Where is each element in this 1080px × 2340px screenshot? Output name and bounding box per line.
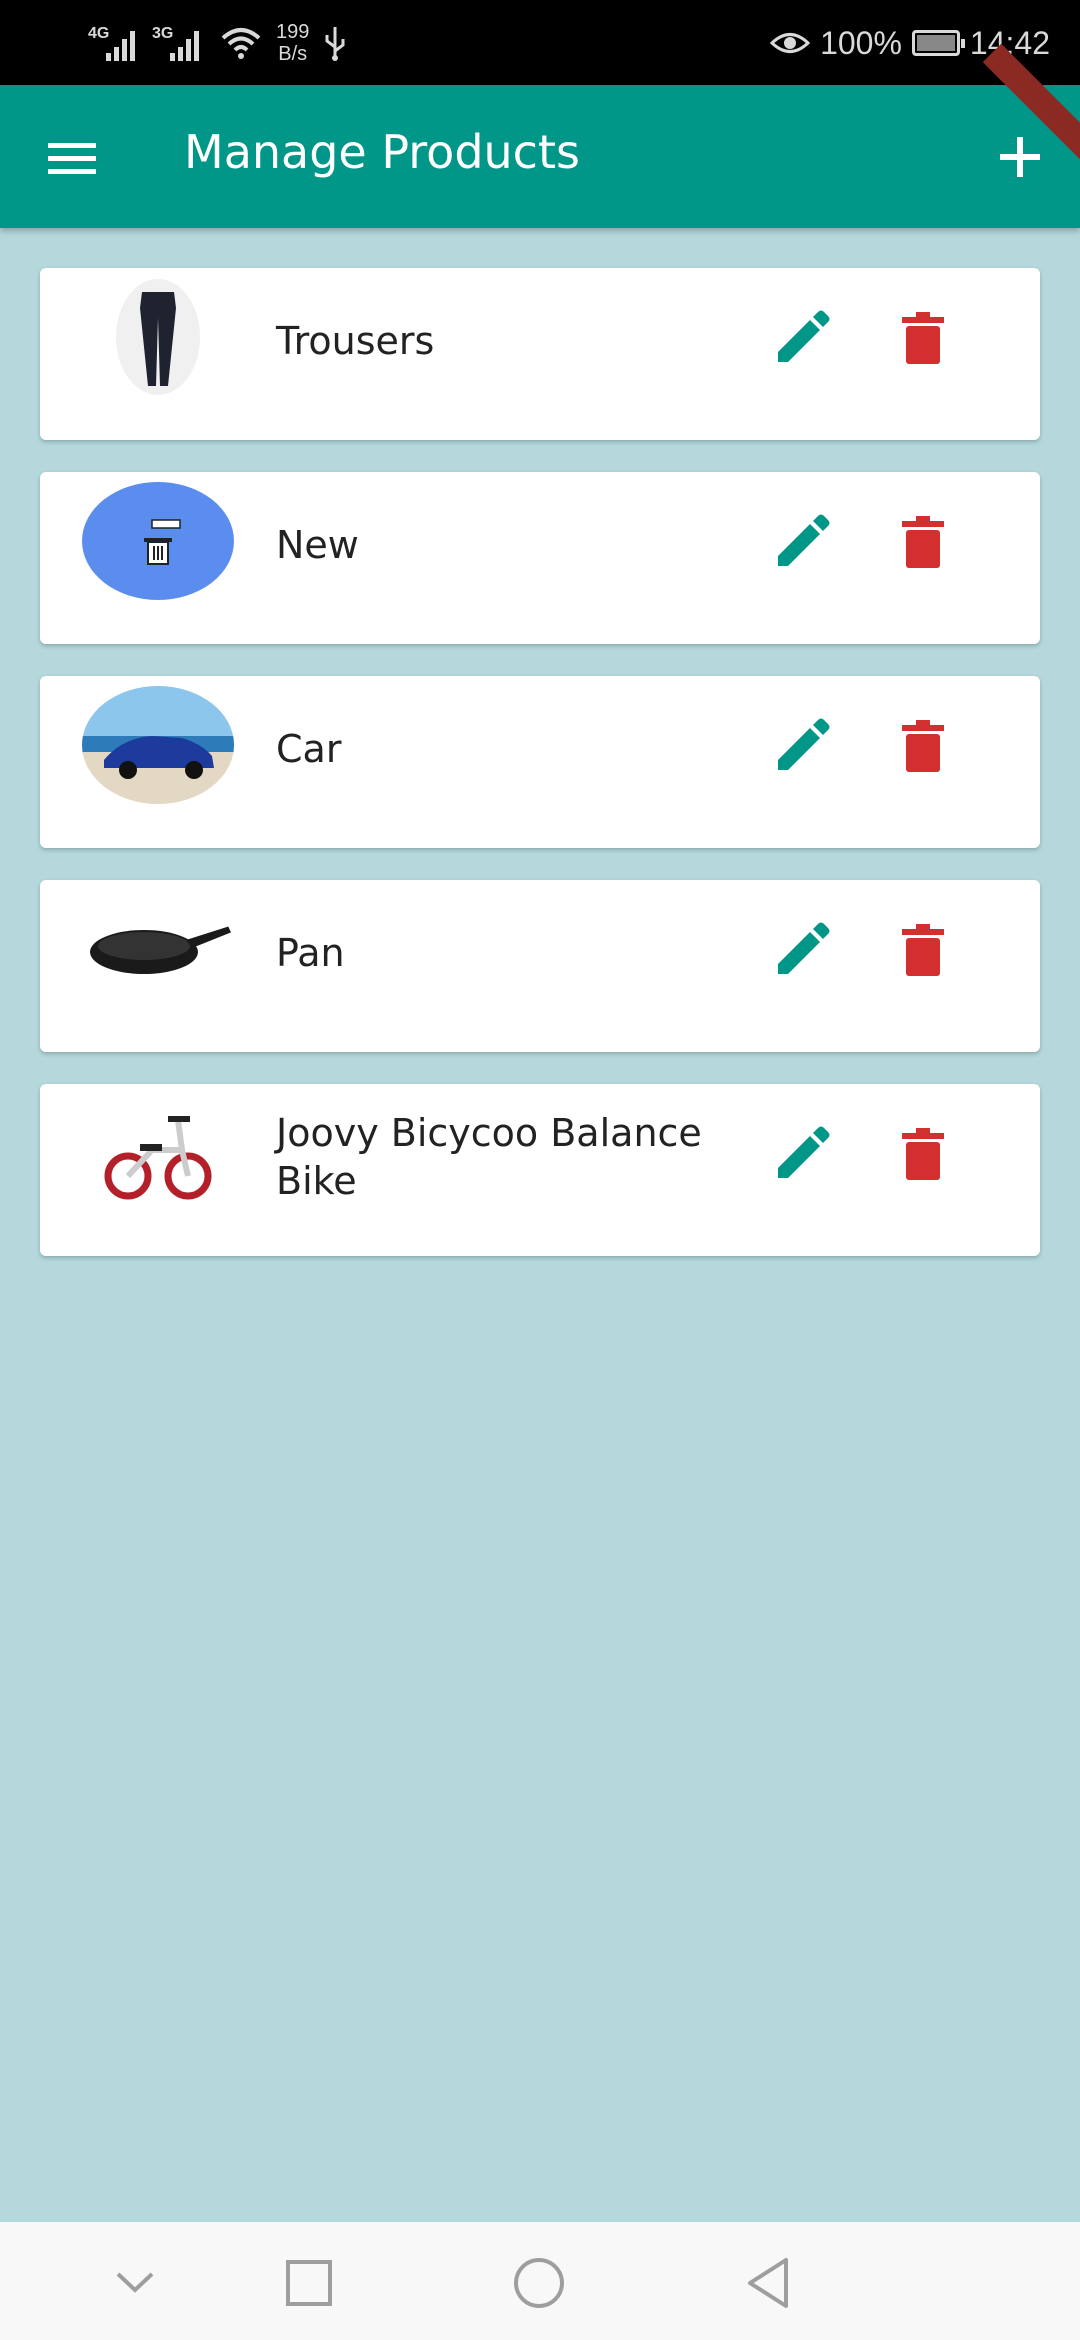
edit-button[interactable] xyxy=(768,306,834,372)
edit-button[interactable] xyxy=(768,1122,834,1188)
nav-back-button[interactable] xyxy=(736,2250,802,2316)
cellular-signal-1: 4G xyxy=(88,23,142,63)
product-card: Trousers xyxy=(40,268,1040,440)
speed-unit: B/s xyxy=(278,43,308,65)
placeholder-image xyxy=(82,482,234,600)
trousers-image xyxy=(82,278,234,396)
product-name: New xyxy=(276,522,359,567)
product-name: Pan xyxy=(276,930,345,975)
product-card: Car xyxy=(40,676,1040,848)
edit-button[interactable] xyxy=(768,918,834,984)
trash-icon xyxy=(902,312,944,364)
edit-button[interactable] xyxy=(768,714,834,780)
network-type-1: 4G xyxy=(88,25,110,42)
product-card: Pan xyxy=(40,880,1040,1052)
add-product-button[interactable] xyxy=(982,119,1058,195)
trash-icon xyxy=(902,720,944,772)
product-name: Trousers xyxy=(276,318,435,363)
pan-image xyxy=(82,890,234,1008)
status-bar: 4G 3G 199 B/s 100% 14:42 xyxy=(0,0,1080,85)
delete-button[interactable] xyxy=(890,510,956,576)
eye-comfort-icon xyxy=(770,33,811,53)
nav-home-button[interactable] xyxy=(506,2250,572,2316)
usb-icon xyxy=(325,27,345,61)
product-name: Car xyxy=(276,726,342,771)
trash-icon xyxy=(902,1128,944,1180)
app-bar: Manage Products xyxy=(0,43,1080,228)
menu-button[interactable] xyxy=(38,125,108,189)
product-name: Joovy Bicycoo Balance Bike xyxy=(276,1110,702,1203)
nav-recents-button[interactable] xyxy=(276,2250,342,2316)
delete-button[interactable] xyxy=(890,918,956,984)
plus-icon xyxy=(1000,137,1040,177)
delete-button[interactable] xyxy=(890,714,956,780)
pencil-icon xyxy=(778,1126,830,1178)
network-speed: 199 B/s xyxy=(276,21,309,65)
bike-image xyxy=(82,1094,234,1212)
status-left: 4G 3G 199 B/s xyxy=(88,18,347,68)
car-image xyxy=(82,686,234,804)
pencil-icon xyxy=(778,514,830,566)
battery-percent: 100% xyxy=(820,24,902,61)
menu-icon xyxy=(48,143,96,174)
trash-icon xyxy=(902,516,944,568)
nav-collapse-button[interactable] xyxy=(102,2250,168,2316)
pencil-icon xyxy=(778,310,830,362)
product-card: New xyxy=(40,472,1040,644)
delete-button[interactable] xyxy=(890,1122,956,1188)
delete-button[interactable] xyxy=(890,306,956,372)
edit-button[interactable] xyxy=(768,510,834,576)
cellular-signal-2: 3G xyxy=(152,23,206,63)
speed-value: 199 xyxy=(276,21,310,43)
system-nav-bar xyxy=(0,2222,1080,2340)
product-card: Joovy Bicycoo Balance Bike xyxy=(40,1084,1040,1256)
square-icon xyxy=(286,2260,332,2306)
wifi-icon xyxy=(221,28,261,59)
network-type-2: 3G xyxy=(152,25,174,42)
pencil-icon xyxy=(778,922,830,974)
chevron-down-icon xyxy=(116,2272,154,2293)
pencil-icon xyxy=(778,718,830,770)
triangle-back-icon xyxy=(748,2258,788,2308)
trash-icon xyxy=(902,924,944,976)
battery-icon xyxy=(911,30,965,56)
circle-icon xyxy=(514,2258,564,2308)
page-title: Manage Products xyxy=(184,125,580,179)
